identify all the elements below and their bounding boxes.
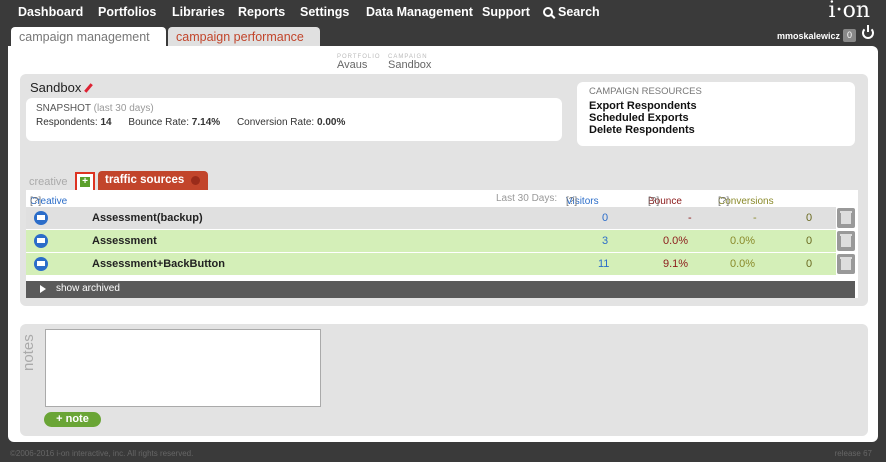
tab-campaign-performance[interactable]: campaign performance [168, 27, 320, 48]
help-link[interactable]: [?] [648, 196, 659, 207]
nav-search-label: Search [558, 5, 600, 19]
snapshot-box: SNAPSHOT (last 30 days) Respondents: 14 … [26, 98, 562, 141]
minus-circle-icon [191, 176, 200, 185]
breadcrumb-campaign[interactable]: CAMPAIGN Sandbox [388, 54, 431, 71]
notes-textarea[interactable] [45, 329, 321, 407]
scheduled-exports-link[interactable]: Scheduled Exports [589, 112, 843, 124]
trash-icon[interactable] [837, 254, 855, 274]
tab-traffic-sources[interactable]: traffic sources [98, 171, 208, 190]
nav-support[interactable]: Support [482, 5, 530, 19]
snapshot-subtitle: (last 30 days) [93, 103, 154, 114]
row-conversions: 0.0% [730, 235, 756, 247]
trash-icon[interactable] [837, 208, 855, 228]
copyright: ©2006-2016 i-on interactive, inc. All ri… [10, 449, 194, 458]
campaign-title: Sandbox [30, 80, 94, 95]
nav-data-management[interactable]: Data Management [366, 5, 473, 19]
snapshot-heading: SNAPSHOT (last 30 days) [36, 103, 552, 114]
trash-icon[interactable] [837, 231, 855, 251]
notes-label: notes [20, 334, 37, 372]
table-header: Creative [?] Last 30 Days: Visitors [?] … [26, 190, 858, 207]
campaign-title-text: Sandbox [30, 80, 82, 95]
breadcrumb-portfolio-value: Avaus [337, 59, 368, 71]
row-bounce: 9.1% [663, 258, 689, 270]
table-row[interactable]: Assessment 3 0.0% 0.0% 0 [26, 230, 836, 252]
breadcrumb-campaign-value: Sandbox [388, 59, 432, 71]
tab-row: campaign management campaign performance… [8, 25, 878, 48]
edit-pencil-icon[interactable] [84, 83, 94, 93]
release-label: release 67 [834, 449, 872, 458]
delete-respondents-link[interactable]: Delete Respondents [589, 124, 843, 136]
campaign-resources: CAMPAIGN RESOURCES Export Respondents Sc… [577, 82, 855, 146]
row-conversions: 0.0% [730, 258, 756, 270]
power-icon[interactable] [862, 25, 874, 39]
help-link[interactable]: [?] [718, 196, 729, 207]
table-row[interactable]: Assessment+BackButton 11 9.1% 0.0% 0 [26, 253, 836, 275]
row-conversions: - [753, 212, 757, 224]
add-creative-button[interactable]: + [75, 172, 95, 192]
snapshot-title: SNAPSHOT [36, 103, 91, 114]
conversion-rate-label: Conversion Rate: [236, 117, 315, 128]
nav-search[interactable]: Search [543, 5, 600, 19]
last30-label: Last 30 Days: [496, 193, 558, 204]
nav-settings[interactable]: Settings [300, 5, 349, 19]
help-link[interactable]: [?] [566, 196, 577, 207]
monitor-icon [34, 257, 48, 271]
nav-dashboard[interactable]: Dashboard [18, 5, 83, 19]
bounce-rate-value: 7.14% [191, 117, 221, 128]
row-count: 0 [806, 258, 813, 270]
row-bounce: - [688, 212, 692, 224]
respondents-label: Respondents: [36, 117, 98, 128]
top-nav: Dashboard Portfolios Libraries Reports S… [0, 0, 886, 25]
respondents-value: 14 [100, 117, 112, 128]
row-name[interactable]: Assessment(backup) [92, 212, 203, 224]
nav-reports[interactable]: Reports [238, 5, 285, 19]
monitor-icon [34, 211, 48, 225]
nav-libraries[interactable]: Libraries [172, 5, 225, 19]
row-visitors: 3 [602, 235, 609, 247]
nav-portfolios[interactable]: Portfolios [98, 5, 156, 19]
tab-campaign-management[interactable]: campaign management [11, 27, 166, 48]
row-visitors: 0 [602, 212, 609, 224]
export-respondents-link[interactable]: Export Respondents [589, 100, 843, 112]
breadcrumb-portfolio[interactable]: PORTFOLIO Avaus [337, 54, 381, 71]
search-icon [543, 7, 553, 17]
snapshot-stats: Respondents: 14 Bounce Rate: 7.14% Conve… [36, 117, 552, 128]
row-count: 0 [806, 235, 813, 247]
notification-badge[interactable]: 0 [843, 29, 856, 42]
username[interactable]: mmoskalewicz [777, 31, 840, 41]
help-link[interactable]: [?] [30, 196, 41, 207]
conversion-rate-value: 0.00% [316, 117, 346, 128]
row-name[interactable]: Assessment [92, 235, 157, 247]
show-archived-label: show archived [56, 283, 120, 294]
bounce-rate-label: Bounce Rate: [128, 117, 190, 128]
row-bounce: 0.0% [663, 235, 689, 247]
row-count: 0 [806, 212, 813, 224]
monitor-icon [34, 234, 48, 248]
plus-icon: + [80, 177, 90, 187]
expand-arrow-icon [40, 285, 46, 293]
row-visitors: 11 [598, 258, 610, 270]
row-name[interactable]: Assessment+BackButton [92, 258, 225, 270]
show-archived-bar[interactable]: show archived [26, 281, 855, 298]
creative-table: Creative [?] Last 30 Days: Visitors [?] … [26, 190, 858, 298]
tab-creative[interactable]: creative [29, 176, 68, 188]
creative-section: creative + traffic sources Creative [?] … [20, 168, 868, 306]
notes-section: notes + note [20, 324, 868, 436]
table-row[interactable]: Assessment(backup) 0 - - 0 [26, 207, 836, 229]
main-panel: PORTFOLIO Avaus CAMPAIGN Sandbox Sandbox… [8, 46, 878, 442]
ion-logo: i·on [828, 0, 870, 23]
tab-traffic-label: traffic sources [105, 174, 185, 186]
resources-title: CAMPAIGN RESOURCES [589, 86, 702, 97]
add-note-button[interactable]: + note [44, 412, 101, 427]
